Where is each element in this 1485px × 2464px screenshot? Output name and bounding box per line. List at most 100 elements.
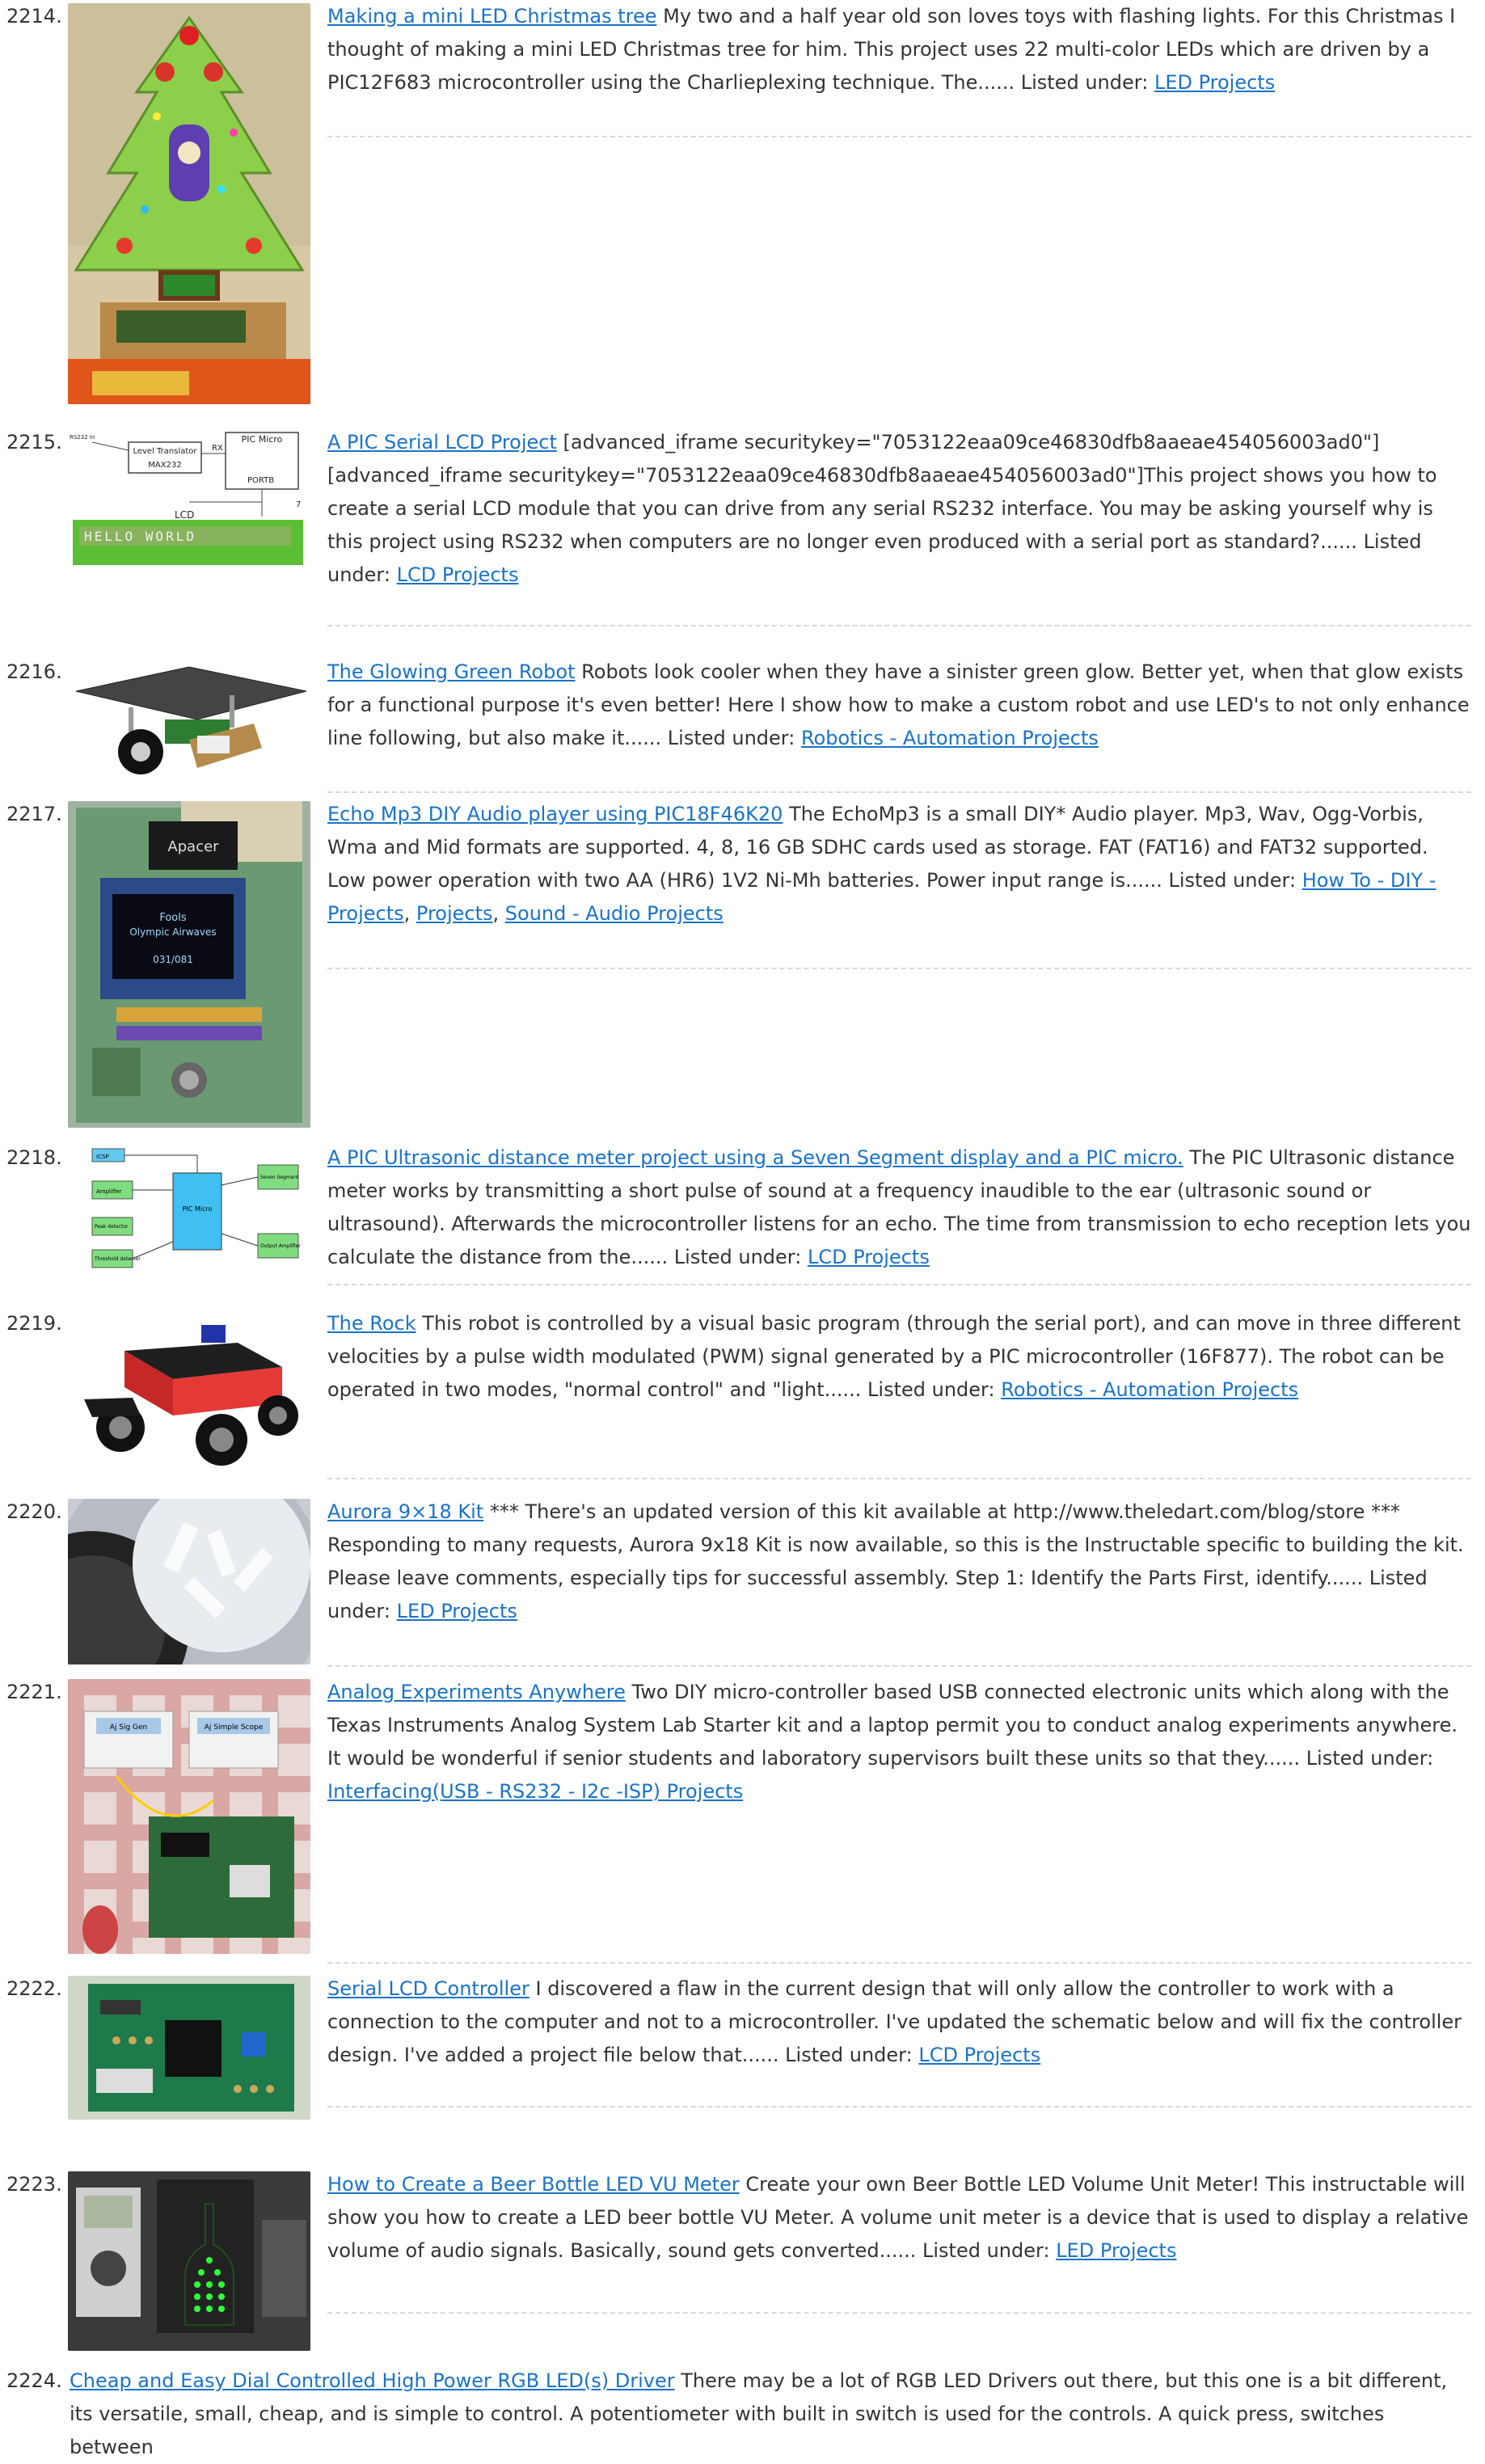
svg-text:Fools: Fools <box>159 912 187 924</box>
analog-units-thumbnail[interactable]: Aj Sig Gen Aj Simple Scope <box>68 1679 310 1954</box>
list-item: 2216. The Glowing Green Robot Robots loo… <box>0 656 1485 793</box>
item-number: 2219. <box>6 1312 62 1335</box>
item-title-link[interactable]: How to Create a Beer Bottle LED VU Meter <box>327 2173 740 2196</box>
item-number: 2224. <box>6 2369 62 2392</box>
separator <box>327 1665 1471 1667</box>
item-number: 2223. <box>6 2173 62 2196</box>
item-title-link[interactable]: Making a mini LED Christmas tree <box>327 5 657 27</box>
item-description: The Glowing Green Robot Robots look cool… <box>327 656 1471 755</box>
item-description: Cheap and Easy Dial Controlled High Powe… <box>70 2365 1471 2464</box>
item-description: How to Create a Beer Bottle LED VU Meter… <box>327 2168 1471 2268</box>
svg-text:PIC Micro: PIC Micro <box>242 434 283 445</box>
serial-lcd-diagram-thumbnail[interactable]: PIC Micro Level Translator MAX232 RS232 … <box>68 429 310 567</box>
listed-label: Listed under: <box>922 2239 1050 2262</box>
item-description: Making a mini LED Christmas tree My two … <box>327 0 1471 99</box>
category-link[interactable]: Robotics - Automation Projects <box>1001 1378 1298 1401</box>
svg-text:7: 7 <box>296 500 301 509</box>
svg-text:Threshold detector: Threshold detector <box>94 1256 141 1262</box>
category-link[interactable]: LCD Projects <box>918 2044 1040 2066</box>
separator <box>327 136 1471 137</box>
listed-label: Listed under: <box>673 1246 802 1268</box>
listed-label: Listed under: <box>1168 869 1297 892</box>
listed-label: Listed under: <box>867 1378 995 1401</box>
svg-text:PORTB: PORTB <box>247 476 274 485</box>
item-title-link[interactable]: A PIC Ultrasonic distance meter project … <box>327 1146 1183 1169</box>
item-description: The Rock This robot is controlled by a v… <box>327 1307 1471 1407</box>
svg-text:Output Amplifier: Output Amplifier <box>260 1243 301 1249</box>
item-description: Serial LCD Controller I discovered a fla… <box>327 1972 1471 2072</box>
led-kit-thumbnail[interactable] <box>68 1499 310 1664</box>
svg-text:RS232 In: RS232 In <box>70 434 95 441</box>
category-link[interactable]: LED Projects <box>1056 2239 1176 2262</box>
separator <box>327 791 1471 793</box>
rover-render-thumbnail[interactable] <box>68 1310 310 1472</box>
svg-text:MAX232: MAX232 <box>148 461 181 470</box>
svg-text:HELLO WORLD: HELLO WORLD <box>84 529 196 544</box>
item-description: A PIC Ultrasonic distance meter project … <box>327 1141 1471 1274</box>
svg-text:Apacer: Apacer <box>167 838 219 855</box>
separator <box>327 1478 1471 1479</box>
category-link[interactable]: Sound - Audio Projects <box>505 902 724 925</box>
listed-label: Listed under: <box>785 2044 913 2066</box>
item-number: 2214. <box>6 5 62 27</box>
item-title-link[interactable]: Echo Mp3 DIY Audio player using PIC18F46… <box>327 803 783 825</box>
item-description: Aurora 9×18 Kit *** There's an updated v… <box>327 1496 1471 1628</box>
item-number: 2216. <box>6 660 62 683</box>
item-description: Analog Experiments Anywhere Two DIY micr… <box>327 1676 1471 1808</box>
svg-text:Aj Simple Scope: Aj Simple Scope <box>205 1724 264 1732</box>
list-item: 2217. Apacer Fools Olympic Airwaves 031/… <box>0 798 1485 1129</box>
separator <box>327 1962 1471 1964</box>
listed-label: Listed under: <box>667 727 795 749</box>
robot-render-thumbnail[interactable] <box>68 659 310 788</box>
item-body: *** There's an updated version of this k… <box>327 1500 1464 1589</box>
item-title-link[interactable]: Serial LCD Controller <box>327 1977 529 2000</box>
item-title-link[interactable]: Cheap and Easy Dial Controlled High Powe… <box>70 2369 675 2392</box>
category-link[interactable]: Projects <box>416 902 493 925</box>
list-item: 2224. Cheap and Easy Dial Controlled Hig… <box>0 2365 1485 2458</box>
svg-text:Amplifier: Amplifier <box>96 1188 122 1195</box>
svg-text:Olympic Airwaves: Olympic Airwaves <box>129 926 216 938</box>
ultrasonic-diagram-thumbnail[interactable]: ICSP Amplifier Peak detector Threshold d… <box>68 1145 310 1278</box>
category-link[interactable]: LCD Projects <box>808 1246 930 1268</box>
separator <box>327 625 1471 627</box>
list-item: 2215. PIC Micro Level Translator MAX232 … <box>0 426 1485 636</box>
item-number: 2220. <box>6 1500 62 1523</box>
svg-text:ICSP: ICSP <box>96 1154 109 1160</box>
svg-text:031/081: 031/081 <box>153 954 193 965</box>
item-title-link[interactable]: The Rock <box>327 1312 416 1335</box>
category-link[interactable]: LED Projects <box>1154 71 1275 94</box>
svg-text:PIC Micro: PIC Micro <box>183 1205 213 1213</box>
svg-text:Seven Segment: Seven Segment <box>260 1175 299 1180</box>
svg-text:Aj Sig Gen: Aj Sig Gen <box>110 1724 148 1732</box>
list-item: 2223. How to Create a Beer Bottle LED VU… <box>0 2168 1485 2354</box>
item-number: 2222. <box>6 1977 62 2000</box>
item-title-link[interactable]: The Glowing Green Robot <box>327 660 576 683</box>
christmas-tree-thumbnail[interactable] <box>68 3 310 404</box>
listed-label: Listed under: <box>1306 1747 1434 1770</box>
separator <box>327 2312 1471 2314</box>
svg-text:RX: RX <box>212 444 223 453</box>
separator <box>327 968 1471 969</box>
svg-text:Peak detector: Peak detector <box>95 1224 129 1230</box>
list-item: 2221. Aj Sig Gen Aj Simple Scope Analog … <box>0 1676 1485 1964</box>
list-item: 2220. Aurora 9×18 Kit *** There's an upd… <box>0 1496 1485 1667</box>
separator <box>327 2106 1471 2107</box>
category-link[interactable]: LED Projects <box>397 1600 517 1622</box>
item-number: 2221. <box>6 1681 62 1703</box>
vu-meter-thumbnail[interactable] <box>68 2171 310 2351</box>
separator <box>327 1284 1471 1285</box>
list-item: 2222. Serial LCD Controller I discovered… <box>0 1972 1485 2126</box>
listed-label: Listed under: <box>1020 71 1149 94</box>
item-number: 2217. <box>6 803 62 825</box>
svg-text:Level Translator: Level Translator <box>133 447 197 456</box>
item-title-link[interactable]: Analog Experiments Anywhere <box>327 1681 626 1703</box>
mp3-board-thumbnail[interactable]: Apacer Fools Olympic Airwaves 031/081 <box>68 801 310 1128</box>
category-link[interactable]: Robotics - Automation Projects <box>801 727 1099 749</box>
item-number: 2218. <box>6 1146 62 1169</box>
category-link[interactable]: Interfacing(USB - RS232 - I2c -ISP) Proj… <box>327 1780 743 1803</box>
item-title-link[interactable]: A PIC Serial LCD Project <box>327 431 557 454</box>
item-title-link[interactable]: Aurora 9×18 Kit <box>327 1500 483 1523</box>
category-link[interactable]: LCD Projects <box>397 563 519 586</box>
lcd-controller-thumbnail[interactable] <box>68 1976 310 2120</box>
list-item: 2214. Making a mini LED Christmas tree M… <box>0 0 1485 404</box>
